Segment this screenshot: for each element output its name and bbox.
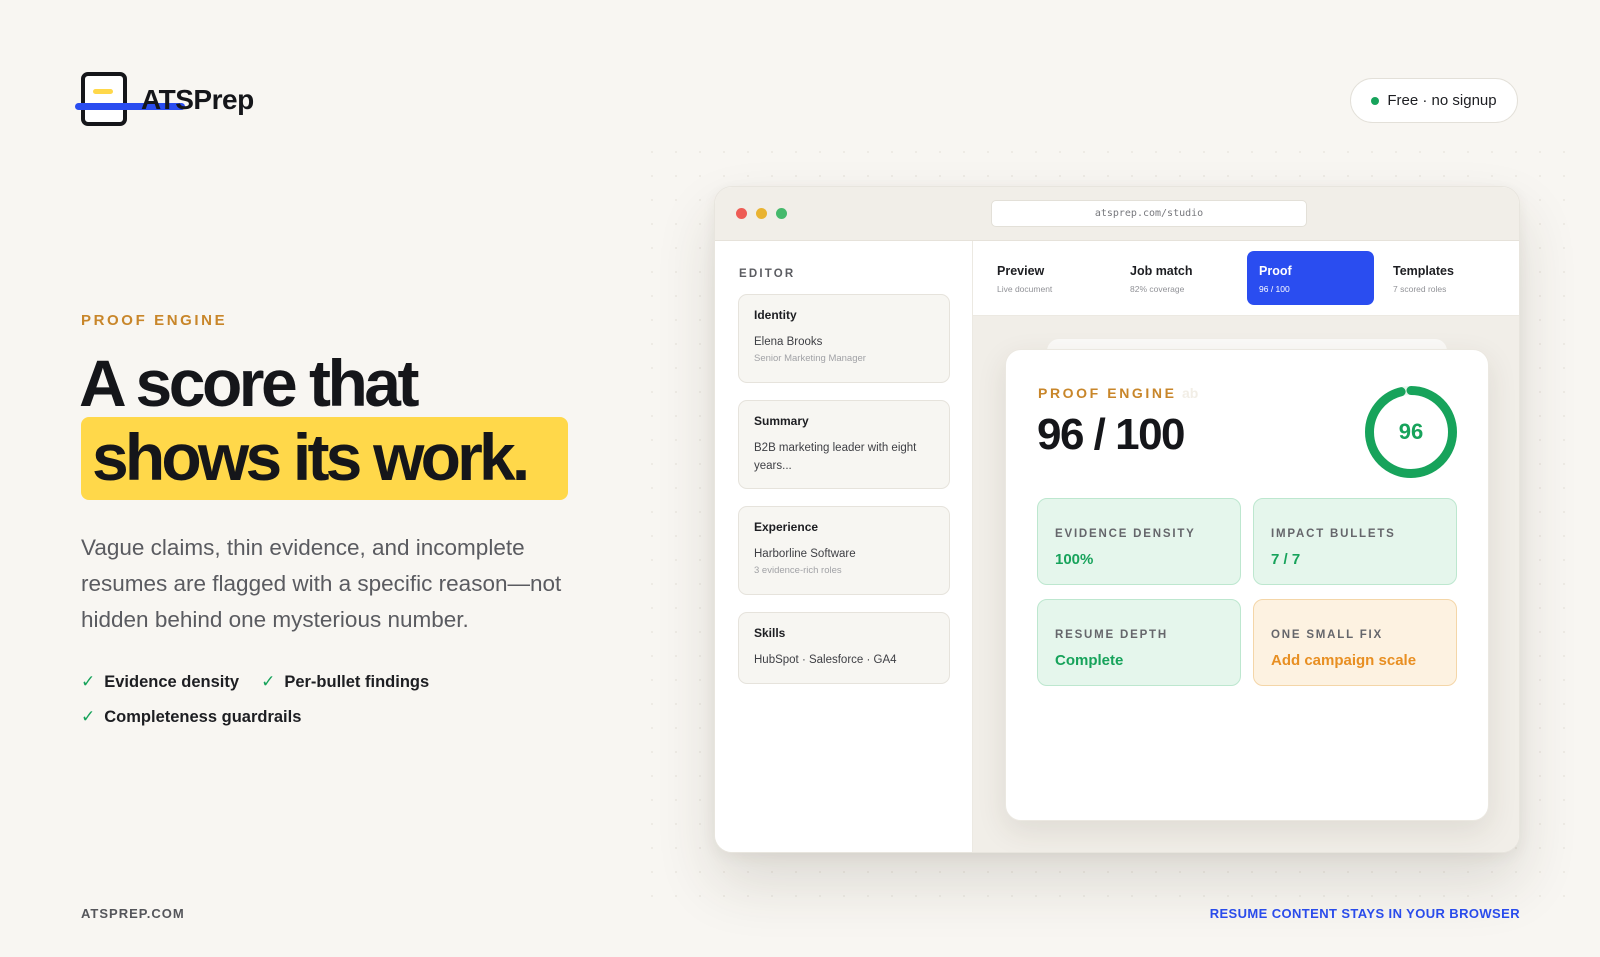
badge-label: Free · no signup bbox=[1387, 92, 1497, 109]
section-heading: Experience bbox=[754, 520, 819, 534]
tab-sublabel: Live document bbox=[997, 284, 1053, 294]
headline-line-2: shows its work. bbox=[92, 420, 530, 494]
section-heading: Skills bbox=[754, 626, 786, 640]
feature-check-label: Per-bullet findings bbox=[284, 672, 430, 691]
metric-label: ONE SMALL FIX bbox=[1271, 629, 1383, 641]
checkmark-icon: ✓ bbox=[81, 707, 96, 726]
section-text: HubSpot · Salesforce · GA4 bbox=[754, 654, 897, 666]
address-bar[interactable]: atsprep.com/studio bbox=[991, 200, 1307, 227]
studio-main-panel: Preview Live document Job match 82% cove… bbox=[973, 241, 1519, 852]
sidebar-title: EDITOR bbox=[739, 268, 796, 280]
browser-window-mockup: atsprep.com/studio EDITOR Identity Elena… bbox=[714, 186, 1520, 853]
checkmark-icon: ✓ bbox=[261, 672, 276, 691]
editor-section-skills[interactable]: Skills HubSpot · Salesforce · GA4 bbox=[738, 612, 950, 684]
feature-check-label: Completeness guardrails bbox=[104, 707, 302, 726]
proof-score: 96 / 100 bbox=[1037, 410, 1186, 459]
status-dot-icon bbox=[1371, 96, 1380, 105]
studio-tab-bar: Preview Live document Job match 82% cove… bbox=[973, 241, 1519, 316]
tab-sublabel: 96 / 100 bbox=[1259, 284, 1290, 294]
tab-label: Proof bbox=[1259, 264, 1292, 278]
metric-label: RESUME DEPTH bbox=[1055, 629, 1168, 641]
metric-value: Add campaign scale bbox=[1271, 652, 1417, 669]
brand-logo[interactable]: ATSPrep bbox=[75, 71, 254, 127]
tab-label: Templates bbox=[1393, 264, 1454, 278]
feature-checklist: ✓ Evidence density ✓ Per-bullet findings… bbox=[81, 672, 501, 727]
close-dot-icon bbox=[736, 208, 747, 219]
hero-eyebrow: PROOF ENGINE bbox=[81, 312, 228, 329]
tab-label: Preview bbox=[997, 264, 1045, 278]
checkmark-icon: ✓ bbox=[81, 672, 96, 691]
footer-domain-link[interactable]: ATSPREP.COM bbox=[81, 906, 185, 921]
feature-check-item: ✓ Per-bullet findings bbox=[261, 672, 429, 692]
editor-sidebar: EDITOR Identity Elena Brooks Senior Mark… bbox=[715, 241, 973, 852]
metric-value: 100% bbox=[1055, 551, 1094, 568]
proof-card-eyebrow: PROOF ENGINE bbox=[1038, 385, 1177, 401]
feature-check-item: ✓ Evidence density bbox=[81, 672, 239, 692]
metric-value: Complete bbox=[1055, 652, 1124, 669]
section-heading: Identity bbox=[754, 308, 797, 322]
minimize-dot-icon bbox=[756, 208, 767, 219]
tab-label: Job match bbox=[1130, 264, 1193, 278]
metric-label: IMPACT BULLETS bbox=[1271, 528, 1396, 540]
tab-proof[interactable]: Proof 96 / 100 bbox=[1247, 251, 1374, 305]
tab-sublabel: 7 scored roles bbox=[1393, 284, 1447, 294]
section-text: B2B marketing leader with eight years... bbox=[754, 442, 917, 472]
section-subtext: 3 evidence-rich roles bbox=[754, 565, 842, 576]
hero-lead-paragraph: Vague claims, thin evidence, and incompl… bbox=[81, 535, 562, 632]
feature-check-label: Evidence density bbox=[104, 672, 240, 691]
tab-preview[interactable]: Preview Live document bbox=[985, 251, 1112, 305]
tab-templates[interactable]: Templates 7 scored roles bbox=[1381, 251, 1508, 305]
score-ring-value: 96 bbox=[1398, 419, 1424, 444]
metric-impact-bullets: IMPACT BULLETS 7 / 7 bbox=[1253, 498, 1457, 585]
editor-section-identity[interactable]: Identity Elena Brooks Senior Marketing M… bbox=[738, 294, 950, 383]
metric-evidence-density: EVIDENCE DENSITY 100% bbox=[1037, 498, 1241, 585]
feature-check-item: ✓ Completeness guardrails bbox=[81, 707, 301, 727]
section-text: Elena Brooks bbox=[754, 336, 823, 348]
editor-section-experience[interactable]: Experience Harborline Software 3 evidenc… bbox=[738, 506, 950, 595]
maximize-dot-icon bbox=[776, 208, 787, 219]
metric-resume-depth: RESUME DEPTH Complete bbox=[1037, 599, 1241, 686]
section-heading: Summary bbox=[754, 414, 809, 428]
footer-privacy-note: RESUME CONTENT STAYS IN YOUR BROWSER bbox=[1209, 906, 1520, 921]
document-logo-icon bbox=[75, 71, 185, 127]
proof-engine-card: PROOF ENGINE ab 96 / 100 96 EVIDENCE DEN… bbox=[1005, 349, 1489, 821]
tab-sublabel: 82% coverage bbox=[1130, 284, 1185, 294]
metric-value: 7 / 7 bbox=[1271, 551, 1301, 568]
metric-label: EVIDENCE DENSITY bbox=[1055, 528, 1196, 540]
free-no-signup-badge: Free · no signup bbox=[1350, 78, 1518, 123]
section-subtext: Senior Marketing Manager bbox=[754, 353, 866, 364]
headline-line-1: A score that bbox=[79, 346, 419, 420]
brand-name: ATSPrep bbox=[141, 84, 254, 115]
tab-job-match[interactable]: Job match 82% coverage bbox=[1118, 251, 1245, 305]
browser-titlebar: atsprep.com/studio bbox=[715, 187, 1519, 241]
editor-section-summary[interactable]: Summary B2B marketing leader with eight … bbox=[738, 400, 950, 489]
proof-card-ghost-text: ab bbox=[1182, 385, 1199, 401]
metric-one-small-fix[interactable]: ONE SMALL FIX Add campaign scale bbox=[1253, 599, 1457, 686]
section-text: Harborline Software bbox=[754, 548, 856, 560]
